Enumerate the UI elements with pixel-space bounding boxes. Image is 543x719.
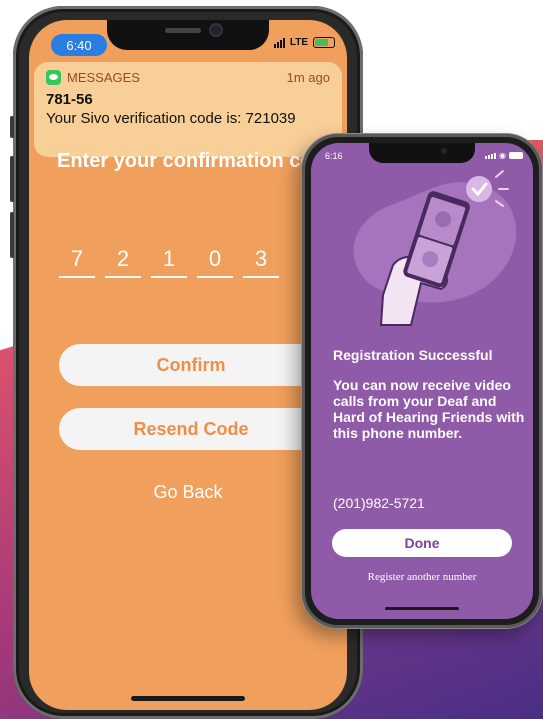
code-digit-2[interactable]: 2 — [105, 244, 141, 278]
code-digit-4[interactable]: 0 — [197, 244, 233, 278]
home-indicator — [131, 696, 245, 701]
notch — [107, 20, 269, 50]
notification-body: Your Sivo verification code is: 721039 — [46, 110, 296, 127]
volume-down-button — [10, 212, 14, 258]
volume-up-button — [10, 156, 14, 202]
status-time: 6:16 — [325, 151, 343, 161]
resend-code-button[interactable]: Resend Code — [59, 408, 323, 450]
home-indicator — [385, 607, 459, 610]
notification-app-name: MESSAGES — [67, 70, 140, 85]
camera-icon — [211, 25, 221, 35]
notch — [369, 143, 475, 163]
phone2-screen: 6:16 ◉ Registration Successful You can n… — [311, 143, 533, 619]
battery-icon — [509, 152, 523, 159]
phone1-screen: 6:40 LTE MESSAGES 1m ago 781-56 Your Siv… — [29, 20, 347, 710]
page-title: Enter your confirmation co — [57, 150, 313, 172]
camera-icon — [441, 148, 447, 154]
go-back-link[interactable]: Go Back — [29, 482, 347, 503]
checkmark-icon — [466, 176, 492, 202]
status-icons: ◉ — [485, 151, 523, 160]
phone-frame-purple: 6:16 ◉ Registration Successful You can n… — [302, 134, 542, 628]
messages-icon — [46, 70, 61, 85]
code-digit-1[interactable]: 7 — [59, 244, 95, 278]
code-digit-5[interactable]: 3 — [243, 244, 279, 278]
notification-sender: 781-56 — [46, 91, 93, 108]
signal-icon — [273, 37, 285, 48]
status-time: 6:40 — [51, 34, 107, 56]
signal-icon — [485, 152, 497, 159]
code-digit-3[interactable]: 1 — [151, 244, 187, 278]
registration-heading: Registration Successful — [333, 347, 493, 363]
phone-number: (201)982-5721 — [333, 495, 425, 511]
speaker — [165, 28, 201, 33]
battery-icon — [313, 37, 335, 48]
phone-call-illustration — [353, 170, 517, 326]
code-input-row[interactable]: 7 2 1 0 3 — [59, 244, 279, 278]
done-button[interactable]: Done — [332, 529, 512, 557]
notification-time: 1m ago — [286, 70, 330, 85]
network-label: LTE — [289, 37, 308, 48]
status-icons: LTE — [273, 37, 335, 48]
confirm-button[interactable]: Confirm — [59, 344, 323, 386]
message-notification[interactable]: MESSAGES 1m ago 781-56 Your Sivo verific… — [34, 62, 342, 157]
ringer-switch — [10, 116, 14, 138]
registration-message: You can now receive video calls from you… — [333, 377, 525, 441]
register-another-link[interactable]: Register another number — [311, 571, 533, 583]
wifi-icon: ◉ — [499, 151, 506, 160]
